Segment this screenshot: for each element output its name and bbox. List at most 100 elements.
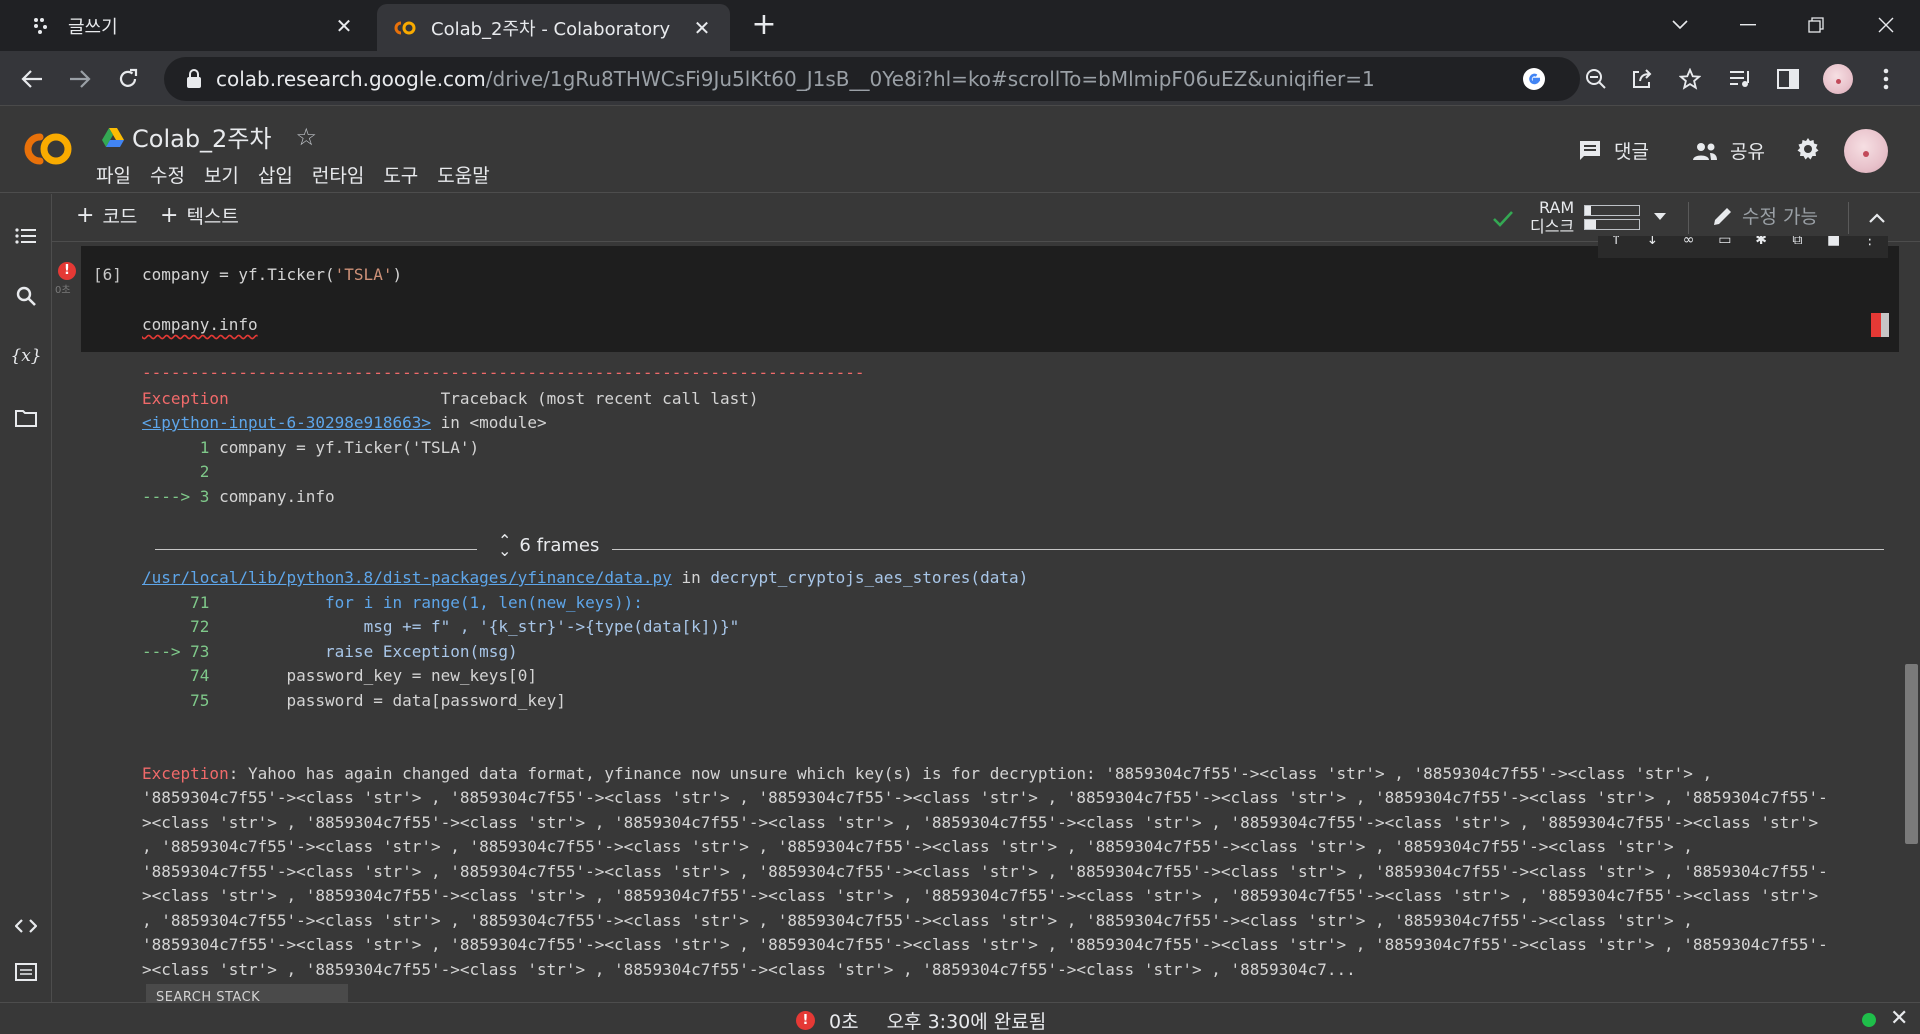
back-icon[interactable]: [14, 61, 50, 97]
frame-code-line: 74 password_key = new_keys[0]: [142, 666, 537, 685]
menu-tools[interactable]: 도구: [383, 161, 418, 188]
tab-close-icon[interactable]: ✕: [688, 14, 716, 42]
frame-code-line: 75 password = data[password_key]: [142, 691, 566, 710]
connection-status-icon: [1862, 1013, 1876, 1027]
ram-label: RAM: [1538, 198, 1575, 217]
execution-count: [6]: [93, 265, 122, 284]
comment-button[interactable]: 댓글: [1578, 137, 1649, 164]
forward-icon[interactable]: [62, 61, 98, 97]
frame-code-line: ---> 73 raise Exception(msg): [142, 642, 518, 661]
media-control-icon[interactable]: [1722, 61, 1758, 97]
traceback-input-line: <ipython-input-6-30298e918663> in <modul…: [142, 413, 547, 432]
ipython-input-link[interactable]: <ipython-input-6-30298e918663>: [142, 413, 431, 432]
ram-usage-bar: [1584, 204, 1641, 216]
share-page-icon[interactable]: [1624, 61, 1660, 97]
exception-line: '8859304c7f55'-><class 'str'> , '8859304…: [142, 788, 1828, 807]
comment-cell-icon[interactable]: ▭: [1716, 236, 1734, 248]
edit-mode-button[interactable]: 수정 가능: [1712, 202, 1818, 229]
search-stack-overflow-button[interactable]: SEARCH STACK OVERFLOW: [146, 984, 348, 1002]
code-line[interactable]: company = yf.Ticker('TSLA'): [142, 265, 402, 284]
move-down-icon[interactable]: ↓: [1643, 236, 1661, 248]
tab-search-chevron-icon[interactable]: [1660, 8, 1700, 42]
notebook-title[interactable]: Colab_2주차 ☆: [102, 119, 317, 154]
mirror-cell-icon[interactable]: ⧉: [1788, 236, 1806, 248]
add-code-cell-button[interactable]: + 코드: [76, 202, 137, 229]
url-text: colab.research.google.com/drive/1gRu8THW…: [216, 67, 1375, 91]
notebook-scrollbar[interactable]: [1905, 664, 1918, 844]
tab-label: 글쓰기: [68, 16, 118, 38]
collapse-header-chevron-icon[interactable]: [1868, 212, 1886, 224]
menu-view[interactable]: 보기: [204, 161, 239, 188]
search-icon[interactable]: [10, 280, 42, 312]
resource-dropdown-icon[interactable]: [1654, 213, 1667, 221]
share-button[interactable]: 공유: [1692, 137, 1765, 164]
exception-line: ><class 'str'> , '8859304c7f55'-><class …: [142, 812, 1819, 832]
run-error-icon[interactable]: !: [58, 262, 76, 280]
status-close-icon[interactable]: ✕: [1890, 1006, 1908, 1031]
browser-menu-icon[interactable]: [1868, 61, 1904, 97]
resource-monitor[interactable]: RAM 디스크: [1530, 197, 1710, 237]
execution-status[interactable]: ! 0초 오후 3:30에 완료됨: [796, 1007, 1046, 1034]
profile-avatar[interactable]: [1820, 61, 1856, 97]
exception-line: ><class 'str'> , '8859304c7f55'-><class …: [142, 959, 1356, 979]
zoom-icon[interactable]: [1578, 61, 1614, 97]
settings-icon[interactable]: [1796, 137, 1832, 161]
new-tab-button[interactable]: +: [748, 10, 780, 42]
status-duration: 0초: [829, 1011, 859, 1033]
menu-file[interactable]: 파일: [96, 161, 131, 188]
minimize-icon[interactable]: [1728, 8, 1768, 42]
command-palette-icon[interactable]: [10, 956, 42, 988]
omnibox[interactable]: colab.research.google.com/drive/1gRu8THW…: [164, 57, 1580, 101]
files-folder-icon[interactable]: [10, 402, 42, 434]
add-text-cell-button[interactable]: + 텍스트: [160, 202, 239, 229]
google-drive-icon: [102, 127, 124, 147]
reload-icon[interactable]: [110, 61, 146, 97]
table-of-contents-icon[interactable]: [10, 220, 42, 252]
frame-code-line: 71 for i in range(1, len(new_keys)):: [142, 593, 643, 612]
code-cell-editor[interactable]: [81, 246, 1899, 352]
variables-icon[interactable]: {x}: [10, 340, 42, 372]
traceback-code-line: 2: [142, 462, 210, 481]
colab-header: Colab_2주차 ☆ 파일 수정 보기 삽입 런타임 도구 도움말 댓글 공유: [0, 107, 1920, 193]
writing-app-icon: [30, 14, 54, 38]
data-py-link[interactable]: /usr/local/lib/python3.8/dist-packages/y…: [142, 568, 672, 587]
link-cell-icon[interactable]: ∞: [1680, 236, 1698, 248]
cell-settings-icon[interactable]: ✱: [1752, 236, 1770, 248]
status-completed-text: 오후 3:30에 완료됨: [886, 1011, 1047, 1033]
toolbar-divider: [1848, 202, 1849, 234]
menu-runtime[interactable]: 런타임: [312, 161, 364, 188]
browser-tab-strip: 글쓰기 ✕ Colab_2주차 - Colaboratory ✕ +: [0, 0, 1920, 51]
cell-more-icon[interactable]: ⋮: [1861, 236, 1879, 248]
exception-line: '8859304c7f55'-><class 'str'> , '8859304…: [142, 935, 1828, 954]
expand-frames-button[interactable]: ⌃ ⌄ 6 frames: [498, 532, 599, 558]
menu-help[interactable]: 도움말: [437, 161, 489, 188]
delete-cell-icon[interactable]: ■: [1825, 236, 1843, 248]
menu-insert[interactable]: 삽입: [258, 161, 293, 188]
menu-bar: 파일 수정 보기 삽입 런타임 도구 도움말: [96, 161, 509, 188]
traceback-separator: ----------------------------------------…: [142, 363, 865, 382]
move-up-icon[interactable]: ↑: [1607, 236, 1625, 248]
bookmark-star-icon[interactable]: [1672, 61, 1708, 97]
colab-favicon-icon: [393, 16, 417, 40]
tab-close-icon[interactable]: ✕: [330, 12, 358, 40]
code-line[interactable]: company.info: [142, 315, 258, 334]
menu-edit[interactable]: 수정: [150, 161, 185, 188]
browser-toolbar: colab.research.google.com/drive/1gRu8THW…: [0, 51, 1920, 106]
exception-line: , '8859304c7f55'-><class 'str'> , '88593…: [142, 837, 1693, 856]
side-panel-icon[interactable]: [1770, 61, 1806, 97]
plus-icon: +: [76, 203, 95, 228]
colab-logo-icon[interactable]: [18, 129, 78, 169]
tab-writing[interactable]: 글쓰기 ✕: [0, 0, 372, 51]
comment-icon: [1580, 140, 1600, 160]
connected-check-icon: [1493, 211, 1513, 227]
star-notebook-icon[interactable]: ☆: [295, 123, 317, 151]
frame-file-line: /usr/local/lib/python3.8/dist-packages/y…: [142, 568, 1029, 587]
code-snippets-icon[interactable]: [10, 910, 42, 942]
google-lens-icon[interactable]: [1518, 63, 1550, 95]
tab-colab[interactable]: Colab_2주차 - Colaboratory ✕: [377, 4, 730, 51]
lock-icon: [187, 69, 201, 88]
frames-divider: [612, 549, 1884, 550]
account-avatar[interactable]: [1844, 129, 1888, 173]
restore-icon[interactable]: [1796, 8, 1836, 42]
window-close-icon[interactable]: [1866, 8, 1906, 42]
